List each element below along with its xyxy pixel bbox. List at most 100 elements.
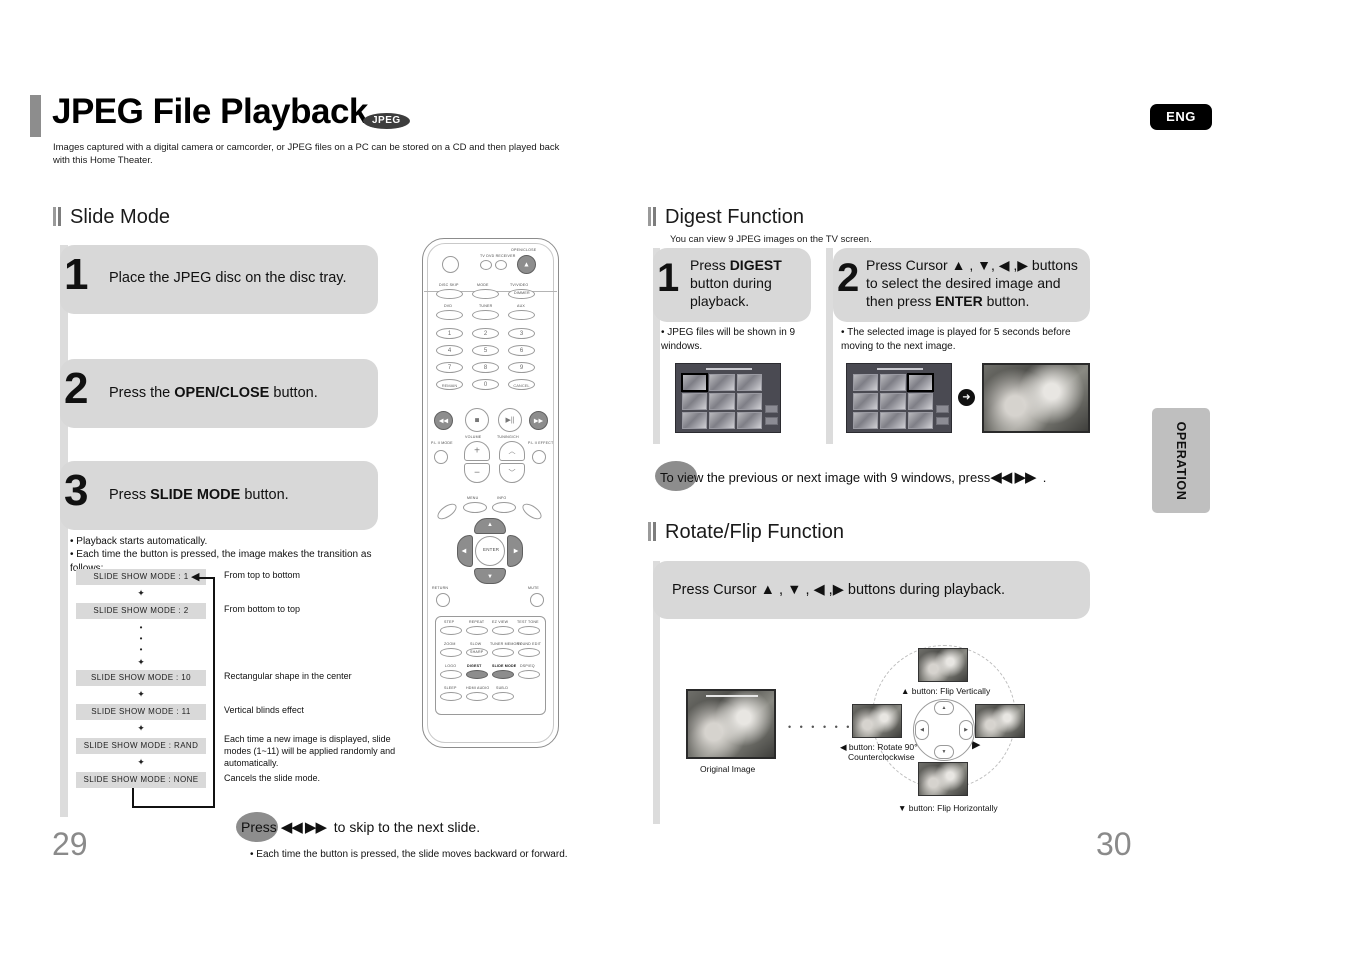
flow-desc-none: Cancels the slide mode.	[224, 773, 321, 783]
remote-mode-button[interactable]	[472, 289, 499, 299]
cursor-left-icon: ◀	[461, 548, 467, 555]
remote-repeat-button[interactable]	[466, 626, 488, 635]
tv-cell-8[interactable]	[709, 412, 735, 429]
flow-item-2: SLIDE SHOW MODE : 2	[76, 603, 206, 619]
remote-prev-skip-button[interactable]: ◀◀	[434, 411, 453, 430]
language-badge: ENG	[1150, 104, 1212, 130]
section-side-tab: OPERATION	[1152, 408, 1210, 513]
tv2-cell-6[interactable]	[907, 393, 933, 410]
remote-digest-button[interactable]	[466, 670, 488, 679]
remote-key-7[interactable]: 7	[436, 362, 463, 373]
remote-mute-button[interactable]	[530, 593, 544, 607]
remote-step-button[interactable]	[440, 626, 462, 635]
remote-disc-skip-label: DISC SKIP	[439, 283, 459, 287]
tv2-next-page-button[interactable]	[936, 417, 949, 425]
skip-note-text: Press ◀◀ ▶▶ to skip to the next slide.	[241, 818, 480, 836]
dpad-diagram-up[interactable]: ▲	[934, 701, 954, 715]
remote-logo-button[interactable]	[440, 670, 462, 679]
skip-note-suffix: to skip to the next slide.	[333, 819, 481, 835]
remote-sleep-button[interactable]	[440, 692, 462, 701]
remote-aux-button[interactable]	[508, 310, 535, 320]
remote-slidemode-button[interactable]	[492, 670, 514, 679]
remote-stop-button[interactable]: ■	[465, 408, 489, 432]
remote-key-0[interactable]: 0	[472, 379, 499, 390]
tv-prev-page-button[interactable]	[765, 405, 778, 413]
tv-cell-5[interactable]	[709, 393, 735, 410]
remote-power-button[interactable]	[442, 256, 459, 273]
tv-cell-1[interactable]	[680, 373, 709, 392]
tv-cell-6[interactable]	[736, 393, 762, 410]
tv-cell-7[interactable]	[682, 412, 708, 429]
remote-tv-button[interactable]	[480, 260, 492, 270]
remote-dspeq-button[interactable]	[518, 670, 540, 679]
remote-tuner-button[interactable]	[472, 310, 499, 320]
remote-slidemode-label: SLIDE MODE	[492, 664, 517, 668]
remote-key-8[interactable]: 8	[472, 362, 499, 373]
remote-plii-mode-button[interactable]	[434, 450, 448, 464]
tv2-cell-3[interactable]	[906, 373, 935, 392]
eject-icon: ▲	[523, 261, 530, 268]
remote-key-1[interactable]: 1	[436, 328, 463, 339]
digest-heading-text: Digest Function	[665, 206, 804, 228]
remote-key-2[interactable]: 2	[472, 328, 499, 339]
remote-tunermemory-button[interactable]	[492, 648, 514, 657]
cursor-up-icon: ▲	[487, 522, 493, 529]
remote-remain-button[interactable]: REMAIN	[436, 379, 463, 390]
dpad-diagram-right[interactable]: ▶	[959, 720, 973, 740]
remote-plii-effect-button[interactable]	[532, 450, 546, 464]
remote-tuning-up-button[interactable]: ︿	[499, 441, 525, 461]
remote-dimmer-label: DIMMER	[514, 291, 530, 295]
dpad-diagram-down[interactable]: ▼	[934, 745, 954, 759]
digest-step-1-number: 1	[657, 256, 680, 300]
remote-play-pause-button[interactable]: ▶||	[498, 408, 522, 432]
tv2-cell-7[interactable]	[853, 412, 879, 429]
tv-cell-2[interactable]	[709, 374, 735, 391]
flip-vertical-caption: ▲ button: Flip Vertically	[901, 686, 991, 696]
remote-dpad-left[interactable]: ◀	[457, 535, 473, 567]
original-image-topbar	[706, 695, 758, 697]
tv2-cell-8[interactable]	[880, 412, 906, 429]
tv-cell-4[interactable]	[682, 393, 708, 410]
remote-open-close-button[interactable]: ▲	[517, 255, 536, 274]
tv2-cell-1[interactable]	[853, 374, 879, 391]
remote-subd-button[interactable]	[492, 692, 514, 701]
slide-step-2-text: Press the OPEN/CLOSE button.	[109, 385, 318, 401]
remote-menu-button[interactable]	[463, 502, 487, 513]
original-image-photo	[686, 689, 776, 759]
remote-dpad-up[interactable]: ▲	[474, 518, 506, 534]
remote-dvd-receiver-button[interactable]	[495, 260, 507, 270]
tv2-cell-4[interactable]	[853, 393, 879, 410]
remote-key-4[interactable]: 4	[436, 345, 463, 356]
tv-cell-9[interactable]	[736, 412, 762, 429]
page-header: JPEG File Playback JPEG Images captured …	[0, 0, 1350, 166]
tv-next-page-button[interactable]	[765, 417, 778, 425]
remote-key-9[interactable]: 9	[508, 362, 535, 373]
tv2-cell-5[interactable]	[880, 393, 906, 410]
remote-ezview-button[interactable]	[492, 626, 514, 635]
remote-testtone-button[interactable]	[518, 626, 540, 635]
remote-volume-up-button[interactable]: +	[464, 441, 490, 461]
remote-key-5[interactable]: 5	[472, 345, 499, 356]
remote-testtone-label: TEST TONE	[517, 620, 539, 624]
digest-fullscreen-photo	[982, 363, 1090, 433]
tv2-cell-2[interactable]	[880, 374, 906, 391]
dpad-diagram-left[interactable]: ◀	[915, 720, 929, 740]
remote-dvd-button[interactable]	[436, 310, 463, 320]
remote-next-skip-button[interactable]: ▶▶	[529, 411, 548, 430]
remote-zoom-button[interactable]	[440, 648, 462, 657]
remote-hdmiaudio-button[interactable]	[466, 692, 488, 701]
remote-key-3[interactable]: 3	[508, 328, 535, 339]
flow-arrow-3: ✦	[137, 689, 145, 699]
remote-disc-skip-button[interactable]	[436, 289, 463, 299]
slide-step-1-text: Place the JPEG disc on the disc tray.	[109, 270, 347, 286]
remote-key-6[interactable]: 6	[508, 345, 535, 356]
digest-tv-selected	[846, 363, 952, 433]
tv-cell-3[interactable]	[736, 374, 762, 391]
remote-cancel-button[interactable]: CANCEL	[508, 379, 535, 390]
remote-soundedit-button[interactable]	[518, 648, 540, 657]
remote-enter-button[interactable]: ENTER	[475, 536, 505, 566]
tv2-cell-9[interactable]	[907, 412, 933, 429]
remote-return-button[interactable]	[436, 593, 450, 607]
remote-info-button[interactable]	[492, 502, 516, 513]
tv2-prev-page-button[interactable]	[936, 405, 949, 413]
